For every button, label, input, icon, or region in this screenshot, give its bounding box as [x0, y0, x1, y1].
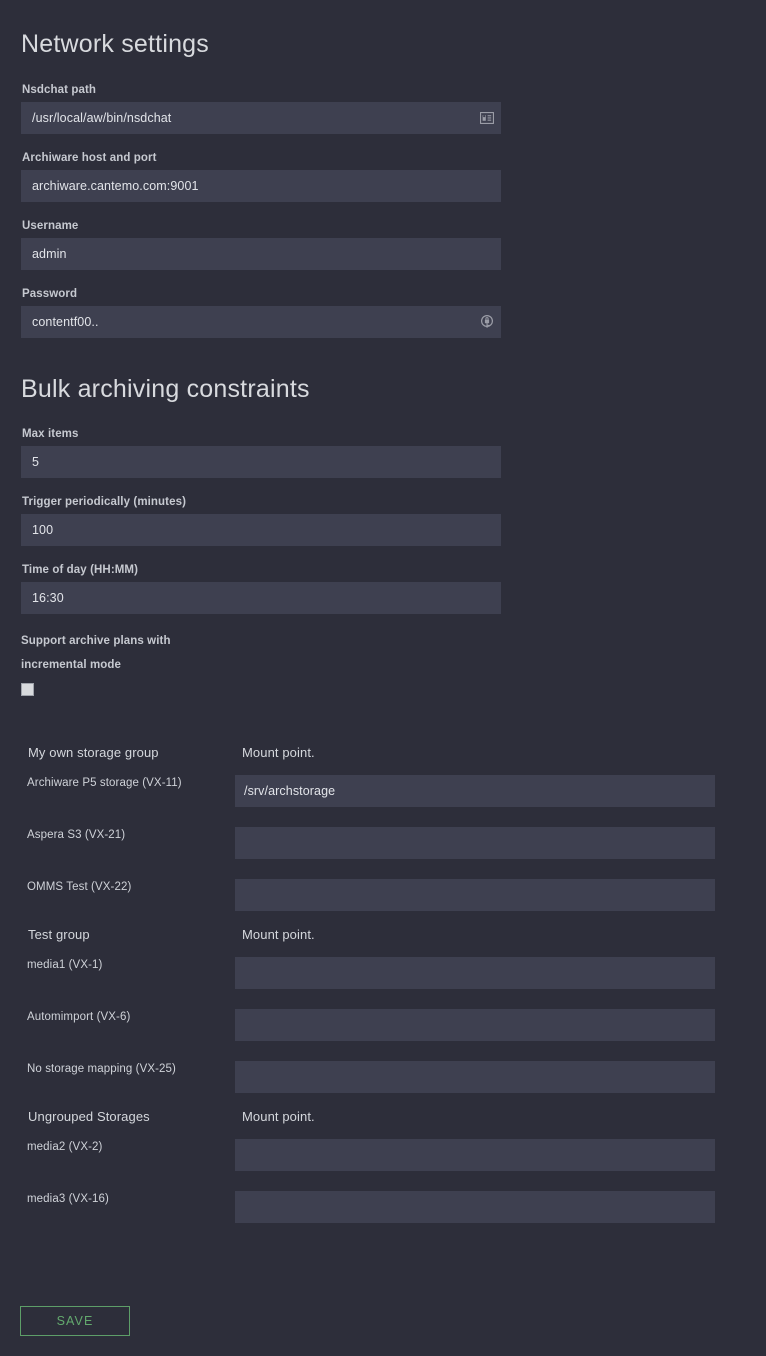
- incremental-mode-label-line1: Support archive plans with: [21, 635, 171, 647]
- username-input[interactable]: admin: [21, 248, 501, 261]
- storage-row: media3 (VX-16): [0, 1191, 766, 1243]
- storage-row-name: Aspera S3 (VX-21): [27, 829, 126, 841]
- storage-row: media1 (VX-1): [0, 957, 766, 1009]
- field-label-archiware-host-and-port: Archiware host and port: [22, 152, 157, 164]
- storage-row: Aspera S3 (VX-21): [0, 827, 766, 879]
- field-label-password: Password: [22, 288, 78, 300]
- storage-group-header: Ungrouped Storages Mount point.: [0, 1109, 766, 1139]
- field-time-of-day: Time of day (HH:MM) 16:30: [21, 563, 501, 614]
- trigger-periodically-input-wrap[interactable]: 100: [21, 514, 501, 546]
- password-input[interactable]: contentf00..: [21, 316, 473, 329]
- bulk-archiving-constraints-title: Bulk archiving constraints: [21, 375, 310, 403]
- incremental-mode-label-line2: incremental mode: [21, 659, 122, 671]
- storage-group-header: Test group Mount point.: [0, 927, 766, 957]
- storage-row-name: media1 (VX-1): [27, 959, 103, 971]
- mount-point-input-wrap[interactable]: /srv/archstorage: [235, 775, 715, 807]
- field-max-items: Max items 5: [21, 427, 501, 478]
- mount-point-header: Mount point.: [242, 1109, 315, 1124]
- storage-row-name: Automimport (VX-6): [27, 1011, 131, 1023]
- storage-row: No storage mapping (VX-25): [0, 1061, 766, 1113]
- username-input-wrap[interactable]: admin: [21, 238, 501, 270]
- storage-group-name: My own storage group: [28, 745, 159, 760]
- storage-row: media2 (VX-2): [0, 1139, 766, 1191]
- field-label-trigger-periodically: Trigger periodically (minutes): [22, 496, 187, 508]
- nsdchat-path-input-wrap[interactable]: /usr/local/aw/bin/nsdchat: [21, 102, 501, 134]
- mount-point-input-wrap[interactable]: [235, 1009, 715, 1041]
- mount-point-input-wrap[interactable]: [235, 957, 715, 989]
- field-label-username: Username: [22, 220, 79, 232]
- password-input-wrap[interactable]: contentf00..: [21, 306, 501, 338]
- storage-group-name: Test group: [28, 927, 90, 942]
- storage-row-name: Archiware P5 storage (VX-11): [27, 777, 182, 789]
- network-settings-page: Network settings Nsdchat path /usr/local…: [0, 0, 766, 1356]
- lock-icon[interactable]: [473, 306, 501, 338]
- field-password: Password contentf00..: [21, 287, 501, 338]
- archiware-host-input-wrap[interactable]: archiware.cantemo.com:9001: [21, 170, 501, 202]
- storage-row-name: media3 (VX-16): [27, 1193, 109, 1205]
- save-button[interactable]: SAVE: [20, 1306, 130, 1336]
- mount-point-input-wrap[interactable]: [235, 827, 715, 859]
- field-username: Username admin: [21, 219, 501, 270]
- storage-row: OMMS Test (VX-22): [0, 879, 766, 931]
- mount-point-header: Mount point.: [242, 745, 315, 760]
- storage-row-name: media2 (VX-2): [27, 1141, 103, 1153]
- storage-row-name: OMMS Test (VX-22): [27, 881, 132, 893]
- storage-group-name: Ungrouped Storages: [28, 1109, 150, 1124]
- mount-point-header: Mount point.: [242, 927, 315, 942]
- field-label-time-of-day: Time of day (HH:MM): [22, 564, 139, 576]
- incremental-mode-checkbox[interactable]: [21, 683, 34, 696]
- mount-point-input-wrap[interactable]: [235, 1061, 715, 1093]
- storage-group-header: My own storage group Mount point.: [0, 745, 766, 775]
- archiware-host-input[interactable]: archiware.cantemo.com:9001: [21, 180, 501, 193]
- mount-point-input-wrap[interactable]: [235, 879, 715, 911]
- incremental-mode-group: Support archive plans with incremental m…: [21, 629, 321, 696]
- field-nsdchat-path: Nsdchat path /usr/local/aw/bin/nsdchat: [21, 83, 501, 134]
- field-archiware-host-and-port: Archiware host and port archiware.cantem…: [21, 151, 501, 202]
- contact-card-icon[interactable]: [473, 102, 501, 134]
- nsdchat-path-input[interactable]: /usr/local/aw/bin/nsdchat: [21, 112, 473, 125]
- max-items-input-wrap[interactable]: 5: [21, 446, 501, 478]
- storage-groups-area: My own storage group Mount point. Archiw…: [0, 745, 766, 1243]
- trigger-periodically-input[interactable]: 100: [21, 524, 501, 537]
- field-trigger-periodically: Trigger periodically (minutes) 100: [21, 495, 501, 546]
- storage-row: Automimport (VX-6): [0, 1009, 766, 1061]
- max-items-input[interactable]: 5: [21, 456, 501, 469]
- network-settings-title: Network settings: [21, 30, 209, 58]
- field-label-nsdchat-path: Nsdchat path: [22, 84, 97, 96]
- mount-point-input[interactable]: /srv/archstorage: [235, 784, 335, 798]
- time-of-day-input-wrap[interactable]: 16:30: [21, 582, 501, 614]
- storage-row-name: No storage mapping (VX-25): [27, 1063, 176, 1075]
- mount-point-input-wrap[interactable]: [235, 1139, 715, 1171]
- time-of-day-input[interactable]: 16:30: [21, 592, 501, 605]
- storage-row: Archiware P5 storage (VX-11) /srv/archst…: [0, 775, 766, 827]
- field-label-max-items: Max items: [22, 428, 79, 440]
- mount-point-input-wrap[interactable]: [235, 1191, 715, 1223]
